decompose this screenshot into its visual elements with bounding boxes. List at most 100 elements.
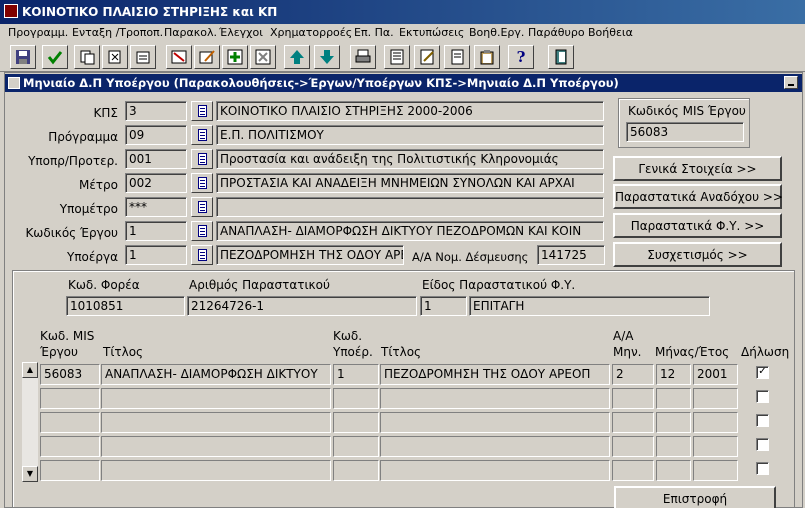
grid-checkbox-dilosi[interactable]: ✓ bbox=[756, 366, 769, 379]
grid-cell-mis[interactable]: 56083 bbox=[40, 364, 100, 385]
parastatika-anadoxou-button[interactable]: Παραστατικά Αναδόχου >> bbox=[613, 184, 783, 209]
exit-icon[interactable] bbox=[548, 45, 574, 69]
clear-icon[interactable] bbox=[102, 45, 128, 69]
menu-voith-erg[interactable]: Βοηθ.Εργ. bbox=[469, 26, 524, 39]
arrow-down-icon[interactable] bbox=[314, 45, 340, 69]
scroll-down-icon[interactable]: ▼ bbox=[22, 466, 38, 482]
kps-code-field[interactable]: 3 bbox=[125, 101, 187, 121]
grid-cell-titlos-2[interactable] bbox=[380, 460, 610, 481]
grid-checkbox-dilosi[interactable] bbox=[756, 462, 769, 475]
filter-icon[interactable] bbox=[166, 45, 192, 69]
genika-stoixeia-button[interactable]: Γενικά Στοιχεία >> bbox=[613, 156, 782, 181]
list-icon[interactable] bbox=[384, 45, 410, 69]
grid-cell-aa[interactable] bbox=[612, 388, 654, 409]
grid-cell-etos[interactable] bbox=[693, 388, 738, 409]
ypoerga-desc-field[interactable]: ΠΕΖΟΔΡΟΜΗΣΗ ΤΗΣ ΟΔΟΥ ΑΡΕΟΠ bbox=[216, 245, 404, 265]
grid-cell-titlos[interactable] bbox=[101, 388, 331, 409]
grid-cell-ypoer[interactable] bbox=[333, 412, 379, 433]
grid-cell-minas[interactable] bbox=[656, 388, 691, 409]
grid-cell-ypoer[interactable] bbox=[333, 436, 379, 457]
kps-desc-field[interactable]: ΚΟΙΝΟΤΙΚΟ ΠΛΑΙΣΙΟ ΣΤΗΡΙΞΗΣ 2000-2006 bbox=[216, 101, 604, 121]
eidos-code-field[interactable]: 1 bbox=[420, 296, 467, 316]
grid-cell-titlos-2[interactable] bbox=[380, 388, 610, 409]
kodikos-ergou-code-field[interactable]: 1 bbox=[125, 221, 187, 241]
programma-desc-field[interactable]: Ε.Π. ΠΟΛΙΤΙΣΜΟΥ bbox=[216, 125, 604, 145]
ypometro-code-field[interactable]: *** bbox=[125, 197, 187, 217]
edit-list-icon[interactable] bbox=[414, 45, 440, 69]
grid-cell-ypoer[interactable] bbox=[333, 460, 379, 481]
mis-field[interactable]: 56083 bbox=[626, 122, 744, 142]
delete-row-icon[interactable] bbox=[250, 45, 276, 69]
arrow-up-icon[interactable] bbox=[284, 45, 310, 69]
menu-parakol[interactable]: Παρακολ. bbox=[164, 26, 217, 39]
print-icon[interactable] bbox=[350, 45, 376, 69]
ypopr-desc-field[interactable]: Προστασία και ανάδειξη της Πολιτιστικής … bbox=[216, 149, 604, 169]
grid-cell-etos[interactable] bbox=[693, 460, 738, 481]
grid-cell-minas[interactable] bbox=[656, 412, 691, 433]
kodikos-ergou-desc-field[interactable]: ΑΝΑΠΛΑΣΗ- ΔΙΑΜΟΡΦΩΣΗ ΔΙΚΤΥΟΥ ΠΕΖΟΔΡΟΜΩΝ … bbox=[216, 221, 604, 241]
scroll-up-icon[interactable]: ▲ bbox=[22, 362, 38, 378]
eidos-desc-field[interactable]: ΕΠΙΤΑΓΗ bbox=[469, 296, 710, 316]
ypoerga-list-icon[interactable] bbox=[191, 245, 213, 265]
ypometro-list-icon[interactable] bbox=[191, 197, 213, 217]
arithmos-field[interactable]: 21264726-1 bbox=[187, 296, 417, 316]
parastatika-fy-button[interactable]: Παραστατικά Φ.Υ. >> bbox=[613, 213, 782, 238]
menu-chrimatorroes[interactable]: Χρηματορροές bbox=[270, 26, 352, 39]
grid-cell-mis[interactable] bbox=[40, 412, 100, 433]
grid-cell-aa[interactable] bbox=[612, 460, 654, 481]
grid-scrollbar[interactable]: ▲ ▼ bbox=[22, 362, 38, 482]
save-icon[interactable] bbox=[10, 45, 36, 69]
menu-ektyposeis[interactable]: Εκτυπώσεις bbox=[399, 26, 464, 39]
grid-cell-mis[interactable] bbox=[40, 460, 100, 481]
grid-cell-aa[interactable] bbox=[612, 412, 654, 433]
ypoerga-code-field[interactable]: 1 bbox=[125, 245, 187, 265]
grid-cell-minas[interactable]: 12 bbox=[656, 364, 691, 385]
grid-cell-etos[interactable] bbox=[693, 436, 738, 457]
grid-checkbox-dilosi[interactable] bbox=[756, 390, 769, 403]
minimize-button[interactable] bbox=[784, 76, 798, 89]
grid-cell-titlos-2[interactable]: ΠΕΖΟΔΡΟΜΗΣΗ ΤΗΣ ΟΔΟΥ ΑΡΕΟΠ bbox=[380, 364, 610, 385]
grid-cell-ypoer[interactable]: 1 bbox=[333, 364, 379, 385]
grid-checkbox-dilosi[interactable] bbox=[756, 414, 769, 427]
menu-ep-pa[interactable]: Επ. Πα. bbox=[354, 26, 394, 39]
ypopr-list-icon[interactable] bbox=[191, 149, 213, 169]
copy-icon[interactable] bbox=[74, 45, 100, 69]
kodikos-ergou-list-icon[interactable] bbox=[191, 221, 213, 241]
grid-cell-etos[interactable]: 2001 bbox=[693, 364, 738, 385]
programma-code-field[interactable]: 09 bbox=[125, 125, 187, 145]
ypopr-code-field[interactable]: 001 bbox=[125, 149, 187, 169]
syschetismos-button[interactable]: Συσχετισμός >> bbox=[613, 242, 782, 267]
grid-cell-mis[interactable] bbox=[40, 388, 100, 409]
grid-cell-etos[interactable] bbox=[693, 412, 738, 433]
grid-cell-titlos[interactable] bbox=[101, 436, 331, 457]
aa-desmeusis-field[interactable]: 141725 bbox=[537, 245, 605, 265]
grid-cell-aa[interactable] bbox=[612, 436, 654, 457]
grid-cell-titlos[interactable]: ΑΝΑΠΛΑΣΗ- ΔΙΑΜΟΡΦΩΣΗ ΔΙΚΤΥΟΥ bbox=[101, 364, 331, 385]
menu-entaxi[interactable]: Ενταξη /Τροποπ. bbox=[72, 26, 163, 39]
grid-cell-minas[interactable] bbox=[656, 436, 691, 457]
accept-icon[interactable] bbox=[42, 45, 68, 69]
help-icon[interactable]: ? bbox=[508, 45, 534, 69]
metro-code-field[interactable]: 002 bbox=[125, 173, 187, 193]
duplicate-icon[interactable] bbox=[130, 45, 156, 69]
grid-cell-titlos-2[interactable] bbox=[380, 412, 610, 433]
grid-checkbox-dilosi[interactable] bbox=[756, 438, 769, 451]
menu-elegxoi[interactable]: Έλεγχοι bbox=[219, 26, 263, 39]
edit-icon[interactable] bbox=[194, 45, 220, 69]
grid-cell-ypoer[interactable] bbox=[333, 388, 379, 409]
metro-desc-field[interactable]: ΠΡΟΣΤΑΣΙΑ ΚΑΙ ΑΝΑΔΕΙΞΗ ΜΝΗΜΕΙΩΝ ΣΥΝΟΛΩΝ … bbox=[216, 173, 604, 193]
foreas-field[interactable]: 1010851 bbox=[66, 296, 185, 316]
menu-programm[interactable]: Προγραμμ. bbox=[8, 26, 68, 39]
document-icon[interactable] bbox=[444, 45, 470, 69]
grid-cell-mis[interactable] bbox=[40, 436, 100, 457]
grid-cell-titlos[interactable] bbox=[101, 460, 331, 481]
clipboard-icon[interactable] bbox=[474, 45, 500, 69]
menu-parathyro[interactable]: Παράθυρο bbox=[528, 26, 585, 39]
epistrofi-button[interactable]: Επιστροφή bbox=[614, 486, 776, 508]
grid-cell-titlos[interactable] bbox=[101, 412, 331, 433]
kps-list-icon[interactable] bbox=[191, 101, 213, 121]
grid-cell-minas[interactable] bbox=[656, 460, 691, 481]
grid-cell-titlos-2[interactable] bbox=[380, 436, 610, 457]
ypometro-desc-field[interactable] bbox=[216, 197, 604, 217]
metro-list-icon[interactable] bbox=[191, 173, 213, 193]
